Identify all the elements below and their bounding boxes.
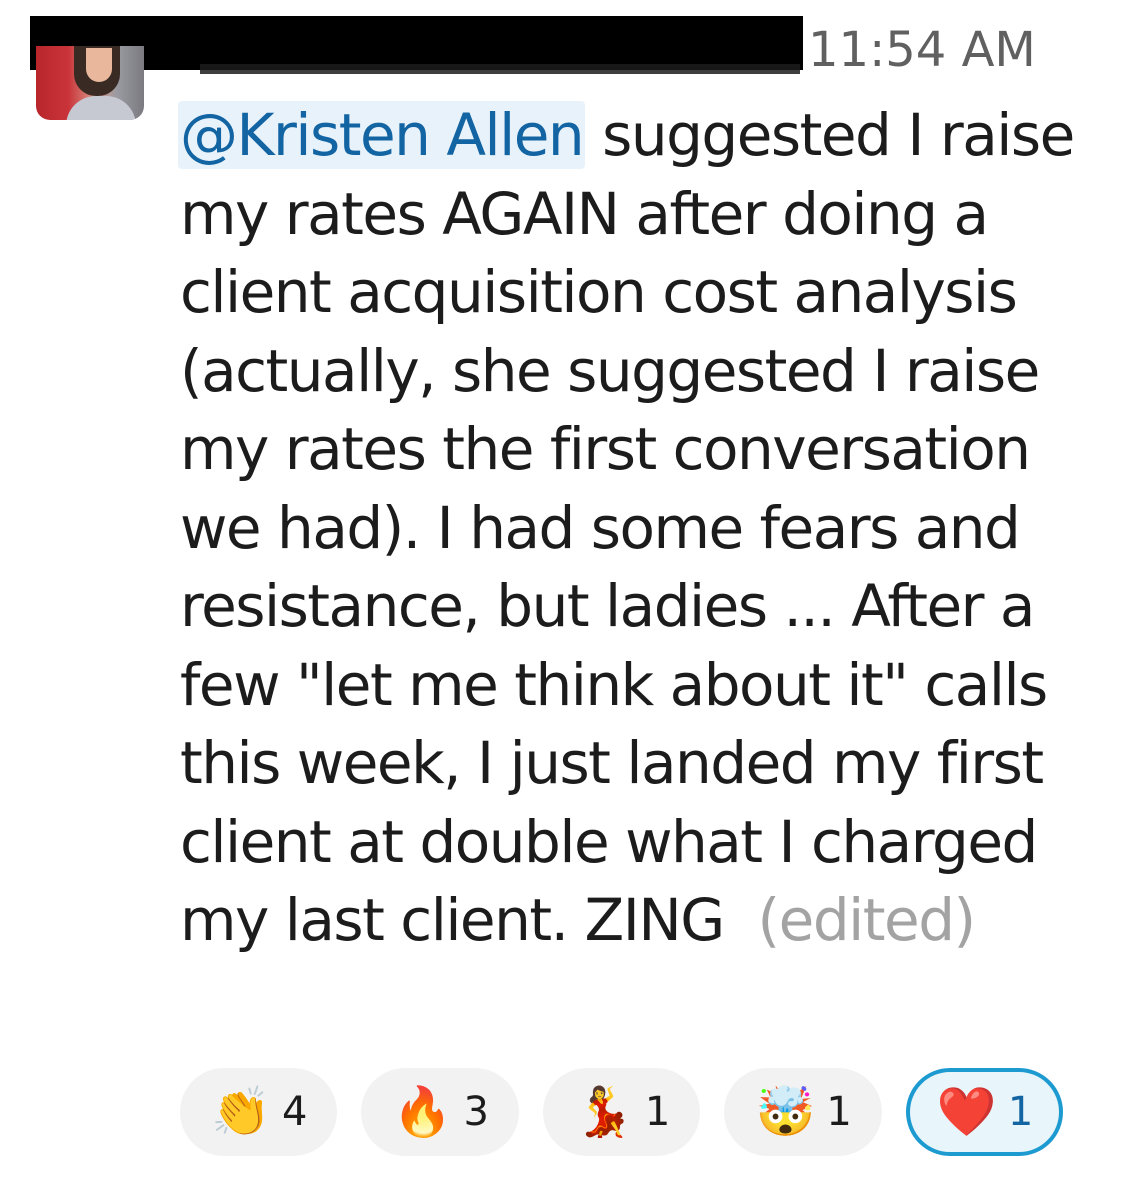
message-text: suggested I raise my rates AGAIN after d… [180, 101, 1075, 954]
reaction-count: 1 [644, 1089, 671, 1135]
reaction-count: 3 [463, 1089, 489, 1135]
dancer-icon: 💃 [574, 1084, 634, 1140]
avatar-face [86, 48, 112, 82]
reaction-mind-blown[interactable]: 🤯 1 [724, 1068, 882, 1156]
message-timestamp[interactable]: 11:54 AM [808, 22, 1036, 78]
user-mention[interactable]: @Kristen Allen [178, 101, 586, 169]
edited-label: (edited) [757, 886, 977, 954]
avatar[interactable] [36, 46, 144, 120]
clapping-hands-icon: 👏 [211, 1084, 271, 1140]
reaction-count: 1 [1007, 1089, 1034, 1135]
avatar-shoulder [66, 96, 136, 120]
reaction-count: 4 [282, 1089, 308, 1135]
message-body: @Kristen Allen suggested I raise my rate… [178, 96, 1085, 960]
mind-blown-icon: 🤯 [755, 1084, 816, 1140]
reaction-count: 1 [826, 1089, 852, 1135]
reaction-dancer[interactable]: 💃 1 [542, 1068, 701, 1156]
reaction-fire[interactable]: 🔥 3 [361, 1068, 519, 1156]
author-name-obscured [200, 64, 800, 74]
fire-icon: 🔥 [392, 1084, 453, 1140]
reaction-red-heart[interactable]: ❤️ 1 [905, 1068, 1064, 1156]
reactions-bar: 👏 4 🔥 3 💃 1 🤯 1 ❤️ 1 [180, 1068, 1064, 1158]
reaction-clapping-hands[interactable]: 👏 4 [180, 1068, 338, 1156]
author-name-redaction [30, 16, 803, 70]
red-heart-icon: ❤️ [936, 1084, 997, 1140]
